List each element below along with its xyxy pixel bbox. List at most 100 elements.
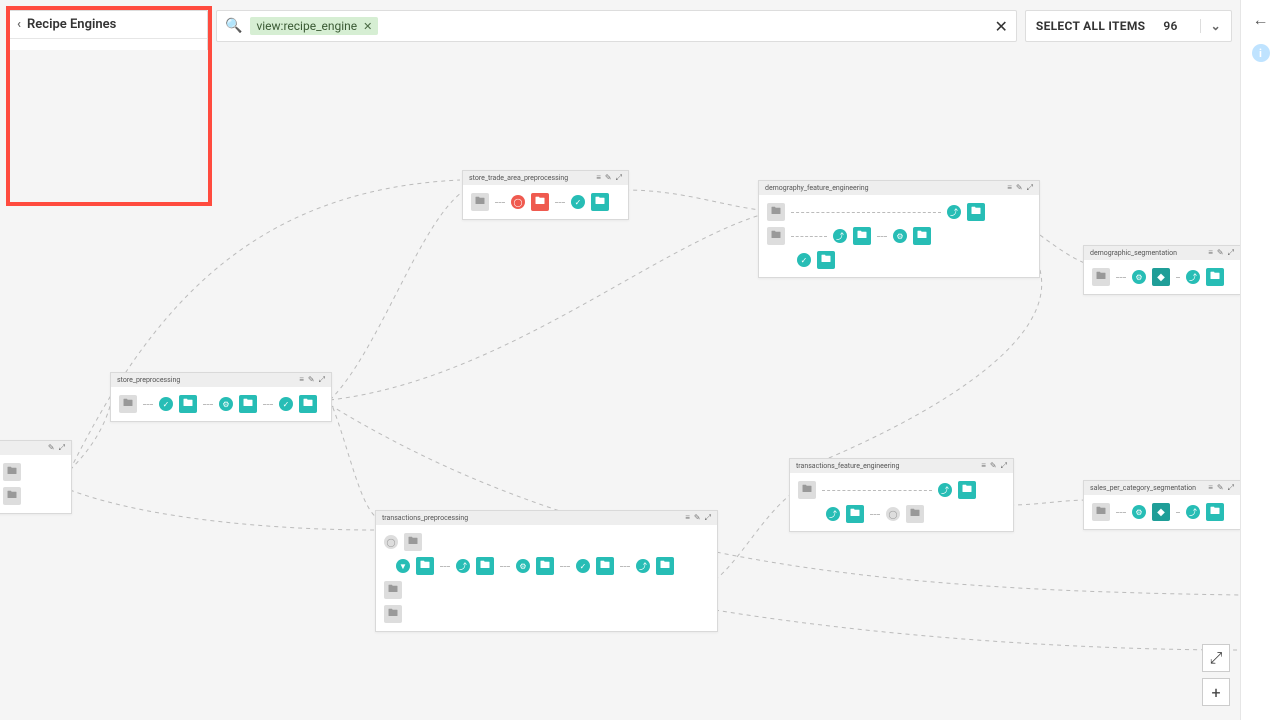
dataset-node[interactable]: 🖿 [767,203,785,221]
recipe-node[interactable]: ⚙ [893,229,907,243]
dataset-node[interactable]: 🖿 [846,505,864,523]
zone-action-icon[interactable]: ⤢ [705,513,711,523]
clear-search-icon[interactable]: ✕ [995,17,1008,36]
zone-transactions-preprocessing[interactable]: transactions_preprocessing ≡ ✎ ⤢ ◯ 🖿 ▼ 🖿… [375,510,718,632]
dataset-node[interactable]: 🖿 [596,557,614,575]
dataset-node[interactable]: 🖿 [3,463,21,481]
zone-action-icon[interactable]: ⤢ [1228,483,1234,493]
dataset-node[interactable]: 🖿 [531,193,549,211]
zone-demographic-segmentation[interactable]: demographic_segmentation ≡ ✎ ⤢ 🖿 ⚙ ◆ ⤴ 🖿 [1083,245,1240,295]
zone-action-icon[interactable]: ⤢ [319,375,325,385]
recipe-node[interactable]: ⤴ [1186,505,1200,519]
zone-action-icon[interactable]: ≡ [596,173,601,183]
recipe-node[interactable]: ⚙ [1132,505,1146,519]
zone-transactions-feature-engineering[interactable]: transactions_feature_engineering ≡ ✎ ⤢ 🖿… [789,458,1014,532]
zone-action-icon[interactable]: ⤢ [1027,183,1033,193]
zone-action-icon[interactable]: ✎ [48,443,55,453]
dataset-node[interactable]: 🖿 [416,557,434,575]
dataset-node[interactable]: 🖿 [906,505,924,523]
zone-action-icon[interactable]: ⤢ [1228,248,1234,258]
recipe-node[interactable]: ✓ [797,253,811,267]
recipe-node[interactable]: ⤴ [938,483,952,497]
remove-tag-icon[interactable]: ✕ [363,20,372,33]
select-all-button[interactable]: SELECT ALL ITEMS 96 ⌄ [1025,10,1232,42]
recipe-node[interactable]: ▼ [396,559,410,573]
model-node[interactable]: ◆ [1152,268,1170,286]
recipe-node[interactable]: ⚙ [1132,270,1146,284]
zone-action-icon[interactable]: ✎ [605,173,612,183]
recipe-node[interactable]: ⤴ [456,559,470,573]
zone-action-icon[interactable]: ✎ [1217,483,1224,493]
model-node[interactable]: ◆ [1152,503,1170,521]
dataset-node[interactable]: 🖿 [958,481,976,499]
collapse-right-panel-icon[interactable]: ← [1253,10,1269,30]
dataset-node[interactable]: 🖿 [404,533,422,551]
zone-action-icon[interactable]: ✎ [990,461,997,471]
dataset-node[interactable]: 🖿 [767,227,785,245]
zoom-in-button[interactable]: + [1202,678,1230,706]
recipe-node[interactable]: ⤴ [1186,270,1200,284]
dataset-node[interactable]: 🖿 [179,395,197,413]
zone-action-icon[interactable]: ≡ [981,461,986,471]
zone-action-icon[interactable]: ✎ [1016,183,1023,193]
zone-store-trade-area-preprocessing[interactable]: store_trade_area_preprocessing ≡ ✎ ⤢ 🖿 ◯… [462,170,629,220]
zone-action-icon[interactable]: ⤢ [616,173,622,183]
dataset-node[interactable]: 🖿 [476,557,494,575]
search-input[interactable] [386,19,986,34]
dataset-node[interactable]: 🖿 [853,227,871,245]
dataset-node[interactable]: 🖿 [119,395,137,413]
dataset-node[interactable]: 🖿 [384,605,402,623]
zone-action-icon[interactable]: ≡ [1007,183,1012,193]
dataset-node[interactable]: 🖿 [1092,268,1110,286]
zone-action-icon[interactable]: ✎ [1217,248,1224,258]
recipe-node[interactable]: ✓ [576,559,590,573]
dataset-node[interactable]: 🖿 [239,395,257,413]
dataset-node[interactable]: 🖿 [1206,503,1224,521]
zone-action-icon[interactable]: ≡ [1208,248,1213,258]
recipe-node-plugin[interactable]: ◯ [511,195,525,209]
search-bar[interactable]: 🔍 view:recipe_engine ✕ ✕ [216,10,1017,42]
dataset-node[interactable]: 🖿 [299,395,317,413]
recipe-node[interactable]: ⚙ [219,397,233,411]
recipe-node[interactable]: ⤴ [826,507,840,521]
dataset-node[interactable]: 🖿 [817,251,835,269]
dataset-node[interactable]: 🖿 [967,203,985,221]
zone-action-icon[interactable]: ⤢ [1001,461,1007,471]
filter-header[interactable]: ‹ Recipe Engines [9,11,207,39]
dataset-node[interactable]: 🖿 [591,193,609,211]
recipe-node[interactable]: ✓ [159,397,173,411]
search-filter-tag[interactable]: view:recipe_engine ✕ [250,17,378,35]
info-icon[interactable]: i [1252,44,1270,62]
zone-demography-feature-engineering[interactable]: demography_feature_engineering ≡ ✎ ⤢ 🖿 ⤴… [758,180,1040,278]
recipe-node[interactable]: ⚙ [516,559,530,573]
zone-action-icon[interactable]: ≡ [685,513,690,523]
recipe-node[interactable]: ⤴ [833,229,847,243]
dataset-node[interactable]: 🖿 [798,481,816,499]
dataset-node[interactable]: 🖿 [1206,268,1224,286]
flow-canvas[interactable]: ✎ ⤢ 🖿 🖿 store_preprocessing ≡ ✎ ⤢ 🖿 ✓ 🖿 … [0,50,1240,720]
dataset-node[interactable]: 🖿 [471,193,489,211]
zone-action-icon[interactable]: ⤢ [59,443,65,453]
dataset-node[interactable]: 🖿 [1092,503,1110,521]
select-all-dropdown[interactable]: ⌄ [1200,19,1221,33]
fit-to-screen-button[interactable]: ⤢ [1202,644,1230,672]
back-icon[interactable]: ‹ [17,17,21,32]
zone-sales-per-category-segmentation[interactable]: sales_per_category_segmentation ≡ ✎ ⤢ 🖿 … [1083,480,1240,530]
dataset-node[interactable]: 🖿 [384,581,402,599]
dataset-node[interactable]: 🖿 [656,557,674,575]
recipe-node[interactable]: ⤴ [947,205,961,219]
zone-action-icon[interactable]: ✎ [308,375,315,385]
recipe-node-usercode[interactable]: ◯ [886,507,900,521]
dataset-node[interactable]: 🖿 [536,557,554,575]
zone-partial-left[interactable]: ✎ ⤢ 🖿 🖿 [0,440,72,514]
zone-action-icon[interactable]: ≡ [1208,483,1213,493]
recipe-node[interactable]: ✓ [279,397,293,411]
zone-action-icon[interactable]: ≡ [299,375,304,385]
zone-store-preprocessing[interactable]: store_preprocessing ≡ ✎ ⤢ 🖿 ✓ 🖿 ⚙ 🖿 ✓ 🖿 [110,372,332,422]
recipe-node-usercode[interactable]: ◯ [384,535,398,549]
recipe-node[interactable]: ✓ [571,195,585,209]
dataset-node[interactable]: 🖿 [913,227,931,245]
recipe-node[interactable]: ⤴ [636,559,650,573]
zone-action-icon[interactable]: ✎ [694,513,701,523]
dataset-node[interactable]: 🖿 [3,487,21,505]
